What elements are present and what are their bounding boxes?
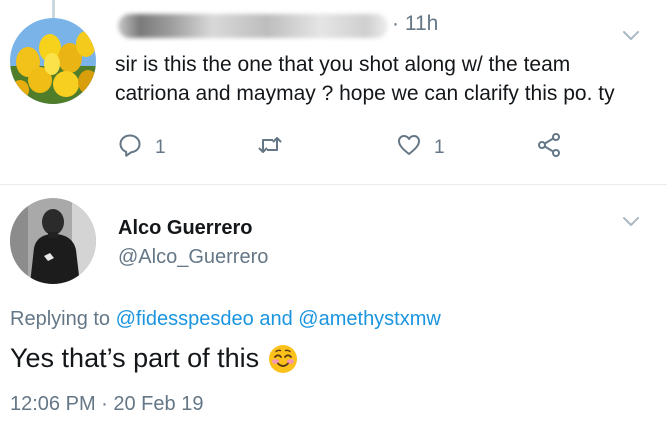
heart-icon [396, 132, 422, 163]
like-button[interactable]: 1 [396, 132, 445, 163]
thread-line [52, 0, 55, 18]
retweet-button[interactable] [257, 132, 283, 163]
replying-to: Replying to @fidesspesdeo and @amethystx… [10, 308, 441, 331]
replying-to-label: Replying to [10, 308, 111, 330]
replying-and[interactable]: and [259, 308, 292, 330]
tweet-text-line: sir is this the one that you shot along … [115, 53, 571, 76]
chevron-down-icon[interactable] [620, 24, 642, 46]
mention-link[interactable]: @amethystxmw [298, 308, 441, 330]
tweet-body: Yes that’s part of this [10, 343, 298, 374]
smiling-face-emoji-icon [268, 344, 298, 374]
user-handle[interactable]: @Alco_Guerrero [118, 246, 268, 269]
reply-count: 1 [155, 136, 166, 158]
tweet-text: Yes that’s part of this [10, 343, 260, 373]
user-avatar-alco[interactable] [10, 198, 96, 284]
tweet-text: sir is this the one that you shot along … [115, 50, 635, 108]
reply-icon [117, 132, 143, 163]
redacted-display-name [118, 14, 388, 38]
share-button[interactable] [536, 132, 562, 163]
like-count: 1 [434, 136, 445, 158]
mention-link[interactable]: @fidesspesdeo [116, 308, 254, 330]
tweet-timestamp[interactable]: 12:06 PM · 20 Feb 19 [10, 393, 203, 416]
share-icon [536, 132, 562, 163]
chevron-down-icon[interactable] [620, 210, 642, 232]
reply-button[interactable]: 1 [117, 132, 166, 163]
retweet-icon [257, 132, 283, 163]
user-avatar-tulips[interactable] [10, 18, 96, 104]
tweet-time[interactable]: · 11h [392, 12, 438, 36]
tweet-text-line: catriona and maymay ? hope we can clarif… [115, 82, 615, 105]
display-name[interactable]: Alco Guerrero [118, 217, 252, 240]
divider [0, 184, 667, 185]
